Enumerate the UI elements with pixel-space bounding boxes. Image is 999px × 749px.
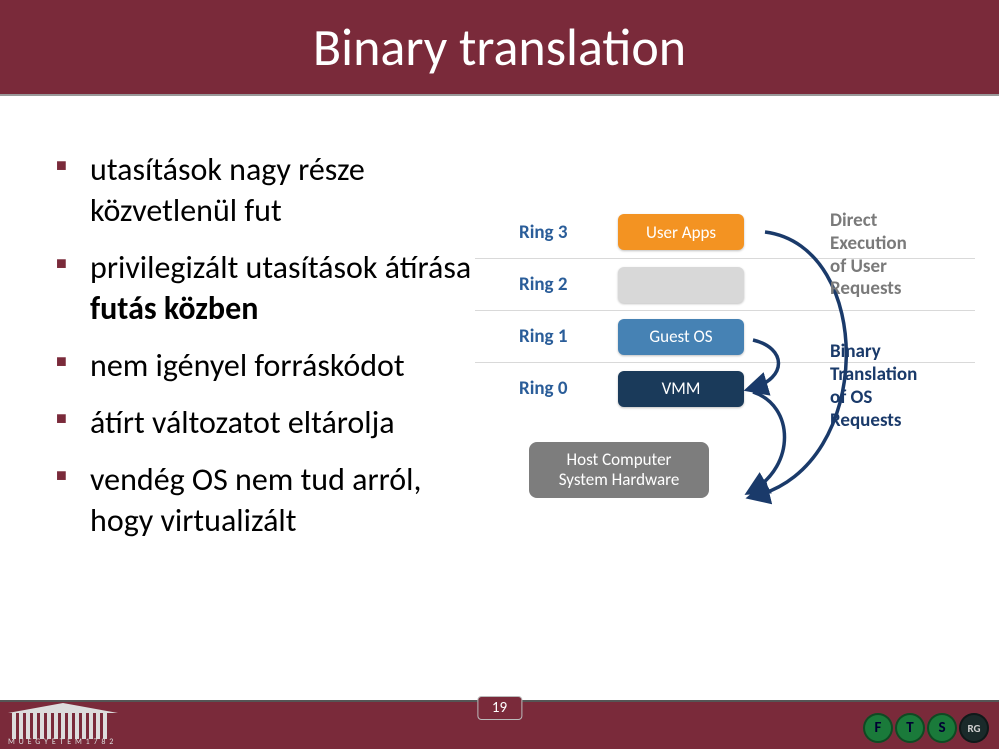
bullet-item: átírt változatot eltárolja [56, 403, 476, 444]
page-number: 19 [477, 696, 522, 720]
bullet-text-pre: vendég OS nem tud arról, hogy virtualizá… [90, 460, 421, 540]
ring-label: Ring 3 [475, 221, 599, 244]
logo-pill: T [895, 713, 925, 743]
bullet-item: utasítások nagy része közvetlenül fut [56, 150, 476, 232]
ring-label: Ring 1 [475, 325, 599, 348]
binary-translation-label: Binary Translation of OS Requests [830, 341, 970, 432]
bullet-item: vendég OS nem tud arról, hogy virtualizá… [56, 460, 476, 542]
ring-box: User Apps [618, 214, 744, 250]
bullet-item: nem igényel forráskódot [56, 346, 476, 387]
bullet-text-pre: nem igényel forráskódot [90, 346, 405, 385]
ring-box: Guest OS [618, 319, 744, 355]
host-row: Host Computer System Hardware [475, 442, 763, 498]
host-box: Host Computer System Hardware [529, 442, 709, 498]
bullet-item: privilegizált utasítások átírása futás k… [56, 248, 476, 330]
logo-pill-small: RG [959, 713, 989, 743]
ring-box-wrap: Guest OS [599, 319, 763, 355]
ring-label: Ring 0 [475, 377, 599, 400]
ring-box-wrap: VMM [599, 371, 763, 407]
ring-box [618, 267, 744, 303]
bullet-text-pre: utasítások nagy része közvetlenül fut [90, 150, 365, 230]
bullet-list: utasítások nagy része közvetlenül fut pri… [56, 150, 476, 558]
title-bar: Binary translation [0, 0, 999, 96]
ring-label: Ring 2 [475, 273, 599, 296]
slide-title: Binary translation [313, 15, 686, 79]
ring-box: VMM [618, 371, 744, 407]
direct-execution-label: Direct Execution of User Requests [830, 210, 970, 301]
bullet-text-pre: privilegizált utasítások átírása [90, 248, 471, 287]
university-logo-text: M Ű E G Y E T E M 1 7 8 2 [8, 737, 114, 747]
logo-pill: F [863, 713, 893, 743]
university-logo: M Ű E G Y E T E M 1 7 8 2 [4, 699, 120, 747]
logo-pill: S [927, 713, 957, 743]
ring-box-wrap: User Apps [599, 214, 763, 250]
ftsrg-logo: FTSRG [863, 713, 989, 743]
bullet-text-pre: átírt változatot eltárolja [90, 403, 395, 442]
bullet-text-bold: futás közben [90, 289, 258, 328]
footer-bar: 19 M Ű E G Y E T E M 1 7 8 2 FTSRG [0, 700, 999, 749]
ring-box-wrap [599, 267, 763, 303]
diagram-side-labels: Direct Execution of User Requests Binary… [830, 210, 970, 432]
slide: Binary translation utasítások nagy része… [0, 0, 999, 749]
